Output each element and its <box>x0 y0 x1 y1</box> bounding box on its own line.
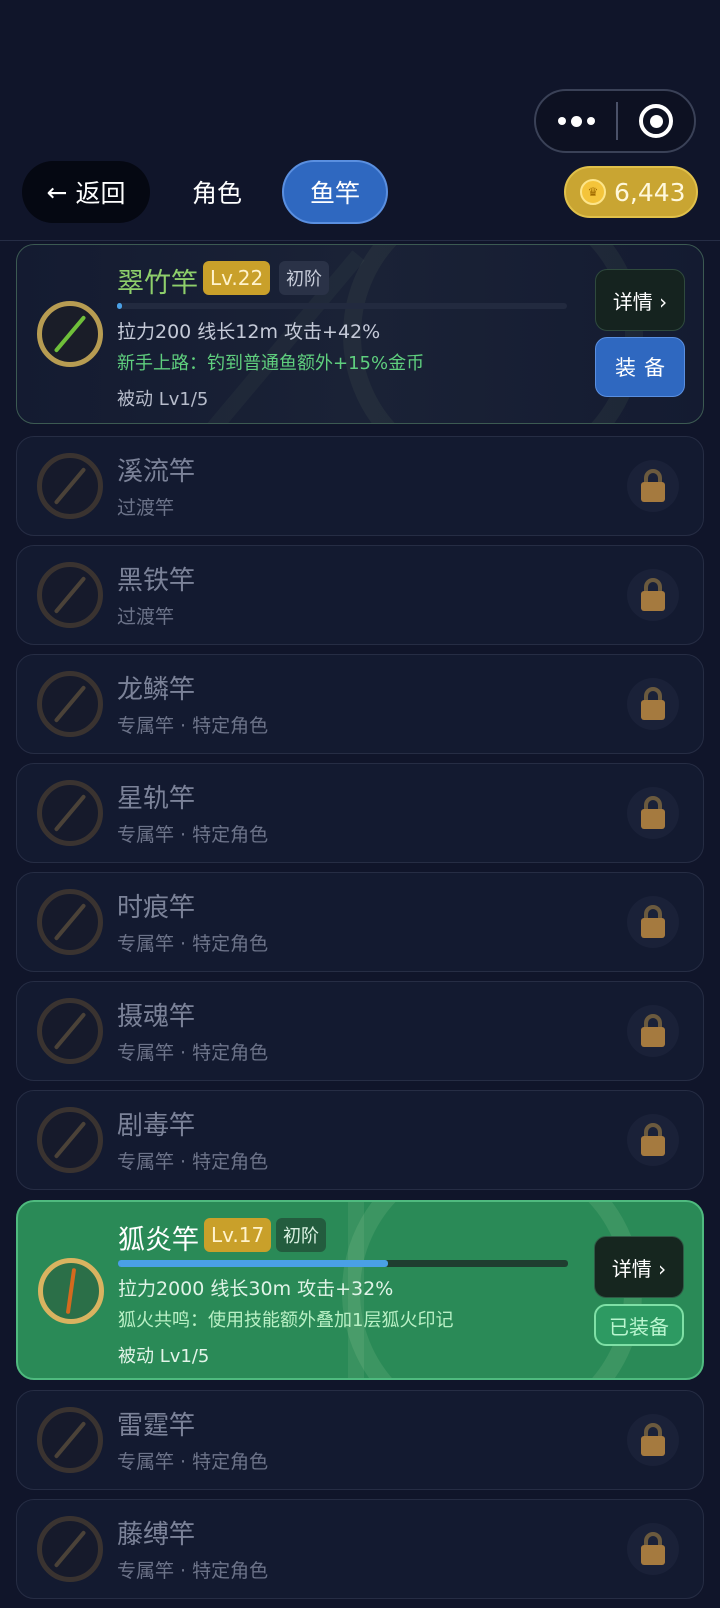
rod-card-locked[interactable]: 雷霆竿 专属竿 · 特定角色 <box>16 1390 704 1490</box>
rod-icon <box>37 562 103 628</box>
rod-card-current[interactable]: 翠竹竿 Lv.22 初阶 拉力200 线长12m 攻击+42% 新手上路：钓到普… <box>16 244 704 424</box>
tab-role[interactable]: 角色 <box>176 160 258 224</box>
lock-icon <box>627 1523 679 1575</box>
rod-subtitle: 专属竿 · 特定角色 <box>117 1451 269 1473</box>
header-divider <box>0 240 720 241</box>
back-button[interactable]: ← 返回 <box>22 161 150 223</box>
rod-icon <box>37 889 103 955</box>
coin-icon: ♛ <box>580 179 606 205</box>
arrow-left-icon: ← <box>46 177 68 207</box>
rod-icon <box>37 1516 103 1582</box>
rod-skill: 狐火共鸣：使用技能额外叠加1层狐火印记 <box>118 1310 454 1331</box>
rod-card-locked[interactable]: 剧毒竿 专属竿 · 特定角色 <box>16 1090 704 1190</box>
rod-name: 摄魂竿 <box>117 1002 196 1032</box>
rod-card-locked[interactable]: 龙鳞竿 专属竿 · 特定角色 <box>16 654 704 754</box>
rod-icon <box>37 1107 103 1173</box>
rod-card-locked[interactable]: 黑铁竿 过渡竿 <box>16 545 704 645</box>
rod-subtitle: 过渡竿 <box>117 606 175 628</box>
rod-subtitle: 专属竿 · 特定角色 <box>117 715 269 737</box>
coin-amount: 6,443 <box>614 177 686 207</box>
rod-name: 剧毒竿 <box>117 1111 196 1141</box>
lock-icon <box>627 678 679 730</box>
rod-subtitle: 专属竿 · 特定角色 <box>117 1042 269 1064</box>
rod-skill: 新手上路：钓到普通鱼额外+15%金币 <box>117 353 425 374</box>
rod-subtitle: 专属竿 · 特定角色 <box>117 1151 269 1173</box>
lock-icon <box>627 787 679 839</box>
level-badge: Lv.17 <box>204 1218 272 1252</box>
mini-program-capsule <box>534 89 696 153</box>
xp-fill <box>118 1260 388 1267</box>
rod-card-locked[interactable]: 时痕竿 专属竿 · 特定角色 <box>16 872 704 972</box>
rod-stats: 拉力2000 线长30m 攻击+32% <box>118 1278 394 1300</box>
lock-icon <box>627 569 679 621</box>
level-badge: Lv.22 <box>203 261 271 295</box>
rod-card-equipped[interactable]: 狐炎竿 Lv.17 初阶 拉力2000 线长30m 攻击+32% 狐火共鸣：使用… <box>16 1200 704 1380</box>
equipped-badge: 已装备 <box>594 1304 684 1346</box>
rod-subtitle: 专属竿 · 特定角色 <box>117 933 269 955</box>
rod-passive: 被动 Lv1/5 <box>117 389 209 410</box>
lock-icon <box>627 896 679 948</box>
detail-button[interactable]: 详情 › <box>595 269 685 331</box>
rod-name: 溪流竿 <box>117 457 196 487</box>
rod-name: 雷霆竿 <box>117 1411 196 1441</box>
rod-icon <box>37 1407 103 1473</box>
lock-icon <box>627 1414 679 1466</box>
rod-name: 藤缚竿 <box>117 1520 196 1550</box>
back-label: 返回 <box>75 179 126 208</box>
rod-icon <box>37 998 103 1064</box>
equip-button[interactable]: 装备 <box>595 337 685 397</box>
rod-subtitle: 专属竿 · 特定角色 <box>117 824 269 846</box>
rod-subtitle: 专属竿 · 特定角色 <box>117 1560 269 1582</box>
rod-name: 狐炎竿 <box>118 1225 199 1256</box>
rod-icon <box>38 1258 104 1324</box>
tier-badge: 初阶 <box>276 1218 326 1252</box>
tier-badge: 初阶 <box>279 261 329 295</box>
rod-card-locked[interactable]: 星轨竿 专属竿 · 特定角色 <box>16 763 704 863</box>
rod-subtitle: 过渡竿 <box>117 497 175 519</box>
lock-icon <box>627 460 679 512</box>
coin-balance: ♛ 6,443 <box>564 166 698 218</box>
rod-name: 龙鳞竿 <box>117 675 196 705</box>
close-target-icon[interactable] <box>618 104 694 138</box>
lock-icon <box>627 1114 679 1166</box>
detail-button[interactable]: 详情 › <box>594 1236 684 1298</box>
xp-bar <box>117 303 567 309</box>
card-decoration <box>343 245 643 423</box>
rod-name: 翠竹竿 <box>117 268 198 299</box>
tab-rod[interactable]: 鱼竿 <box>282 160 388 224</box>
xp-bar <box>118 1260 568 1267</box>
rod-card-locked[interactable]: 藤缚竿 专属竿 · 特定角色 <box>16 1499 704 1599</box>
rod-stats: 拉力200 线长12m 攻击+42% <box>117 321 381 343</box>
rod-passive: 被动 Lv1/5 <box>118 1346 210 1367</box>
rod-name: 黑铁竿 <box>117 566 196 596</box>
more-dots-icon[interactable] <box>536 91 616 151</box>
rod-name: 星轨竿 <box>117 784 196 814</box>
rod-card-locked[interactable]: 摄魂竿 专属竿 · 特定角色 <box>16 981 704 1081</box>
rod-icon <box>37 301 103 367</box>
xp-fill <box>117 303 122 309</box>
rod-icon <box>37 453 103 519</box>
rod-icon <box>37 671 103 737</box>
rod-icon <box>37 780 103 846</box>
rod-name: 时痕竿 <box>117 893 196 923</box>
lock-icon <box>627 1005 679 1057</box>
rod-card-locked[interactable]: 溪流竿 过渡竿 <box>16 436 704 536</box>
